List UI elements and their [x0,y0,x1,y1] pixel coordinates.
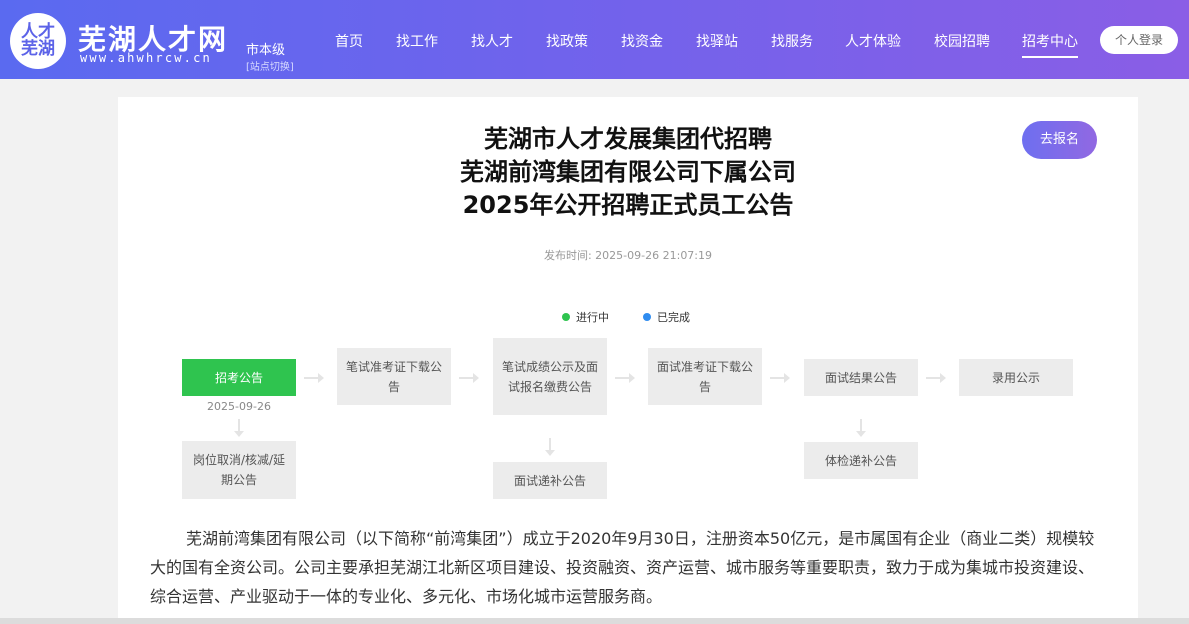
city-level: 市本级 [246,43,286,58]
nav-find-job[interactable]: 找工作 [396,31,438,51]
step-recruit-notice[interactable]: 招考公告 [182,359,296,396]
nav-find-station[interactable]: 找驿站 [696,31,738,51]
step-interview-admission[interactable]: 面试准考证下载公告 [648,348,762,405]
arrow-right-icon [615,373,635,383]
blue-dot-icon [643,313,651,321]
article-paragraph: 芜湖前湾集团有限公司（以下简称“前湾集团”）成立于2020年9月30日，注册资本… [150,529,1095,606]
legend-in-progress: 进行中 [562,309,609,325]
arrow-right-icon [459,373,479,383]
arrow-right-icon [926,373,946,383]
bottom-bar [0,618,1189,624]
title-line-2: 芜湖前湾集团有限公司下属公司 [460,158,796,186]
arrow-down-icon [856,419,866,437]
logo-mark: 人才芜湖 [21,22,55,59]
arrow-right-icon [770,373,790,383]
step-medical-supplement[interactable]: 体检递补公告 [804,442,918,479]
step-interview-results[interactable]: 面试结果公告 [804,359,918,396]
logo-icon[interactable]: 人才芜湖 [10,13,66,69]
article-card: 芜湖市人才发展集团代招聘 芜湖前湾集团有限公司下属公司 2025年公开招聘正式员… [118,97,1138,624]
nav-home[interactable]: 首页 [335,31,363,51]
nav-find-service[interactable]: 找服务 [771,31,813,51]
step-written-results[interactable]: 笔试成绩公示及面试报名缴费公告 [493,338,607,415]
site-url: www.ahwhrcw.cn [80,51,212,65]
arrow-down-icon [545,438,555,456]
nav-campus-recruit[interactable]: 校园招聘 [934,31,990,51]
signup-button[interactable]: 去报名 [1022,121,1097,159]
nav-find-funding[interactable]: 找资金 [621,31,663,51]
publish-time: 发布时间: 2025-09-26 21:07:19 [543,249,713,262]
top-header: 人才芜湖 芜湖人才网 www.ahwhrcw.cn 市本级 [站点切换] 首页 … [0,0,1189,79]
nav-find-talent[interactable]: 找人才 [471,31,513,51]
nav-find-policy[interactable]: 找政策 [546,31,588,51]
green-dot-icon [562,313,570,321]
legend-completed: 已完成 [643,309,690,325]
legend-completed-label: 已完成 [657,311,690,324]
step-recruit-date: 2025-09-26 [207,400,271,413]
nav-exam-center[interactable]: 招考中心 [1022,31,1078,58]
login-button[interactable]: 个人登录 [1100,26,1178,54]
nav-talent-experience[interactable]: 人才体验 [845,31,901,51]
step-post-cancel[interactable]: 岗位取消/核减/延期公告 [182,441,296,499]
title-line-1: 芜湖市人才发展集团代招聘 [484,125,772,153]
step-interview-supplement[interactable]: 面试递补公告 [493,462,607,499]
legend-in-progress-label: 进行中 [576,311,609,324]
arrow-down-icon [234,419,244,437]
step-hiring-publicity[interactable]: 录用公示 [959,359,1073,396]
city-switch-link[interactable]: [站点切换] [246,58,294,73]
arrow-right-icon [304,373,324,383]
step-written-admission[interactable]: 笔试准考证下载公告 [337,348,451,405]
title-line-3: 2025年公开招聘正式员工公告 [462,191,794,219]
article-title: 芜湖市人才发展集团代招聘 芜湖前湾集团有限公司下属公司 2025年公开招聘正式员… [118,123,1138,222]
